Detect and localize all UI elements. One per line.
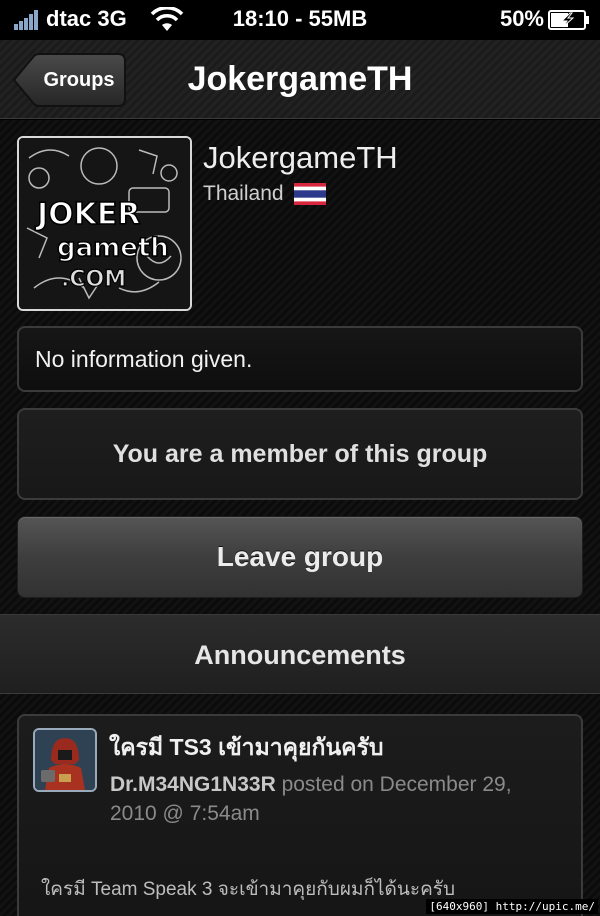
announcement-meta: Dr.M34NG1N33R posted on December 29, 201…	[110, 770, 560, 828]
membership-status-text: You are a member of this group	[112, 440, 488, 468]
announcement-item[interactable]: ใครมี TS3 เข้ามาคุยกันครับ Dr.M34NG1N33R…	[17, 714, 583, 916]
back-button-label: Groups	[43, 69, 115, 91]
author-avatar-image	[35, 730, 95, 790]
country-label: Thailand	[203, 182, 284, 205]
navigation-bar: Groups JokergameTH	[0, 40, 600, 119]
group-info-box: No information given.	[17, 326, 583, 392]
group-avatar-image: JOKER gameth .COM	[19, 138, 190, 309]
membership-status-box: You are a member of this group	[17, 408, 583, 500]
author-avatar	[33, 728, 97, 792]
svg-text:.COM: .COM	[61, 267, 126, 292]
page-title: JokergameTH	[187, 60, 413, 98]
announcements-header: Announcements	[0, 614, 600, 694]
back-button[interactable]: Groups	[12, 53, 126, 107]
announcement-body: ใครมี Team Speak 3 จะเข้ามาคุยกับผมก็ได้…	[41, 879, 456, 900]
group-country: Thailand	[203, 180, 326, 208]
announcement-title: ใครมี TS3 เข้ามาคุยกันครับ	[109, 734, 384, 760]
leave-group-label: Leave group	[216, 541, 384, 572]
watermark-label: [640x960] http://upic.me/	[426, 899, 598, 914]
thailand-flag-icon	[293, 183, 326, 205]
group-detail-content[interactable]: JOKER gameth .COM JokergameTH Thailand N…	[0, 120, 600, 916]
svg-text:JOKER: JOKER	[35, 197, 141, 232]
battery-percent: 50%	[499, 6, 544, 31]
announcements-title: Announcements	[194, 640, 406, 670]
battery-charging-icon	[548, 10, 589, 30]
leave-group-button[interactable]: Leave group	[17, 516, 583, 598]
group-info-text: No information given.	[35, 346, 253, 372]
group-name: JokergameTH	[203, 140, 398, 175]
group-avatar: JOKER gameth .COM	[17, 136, 192, 311]
svg-text:gameth: gameth	[57, 233, 169, 263]
announcement-author[interactable]: Dr.M34NG1N33R	[110, 773, 276, 796]
status-bar: dtac 3G 18:10 - 55MB 50%	[0, 0, 600, 40]
